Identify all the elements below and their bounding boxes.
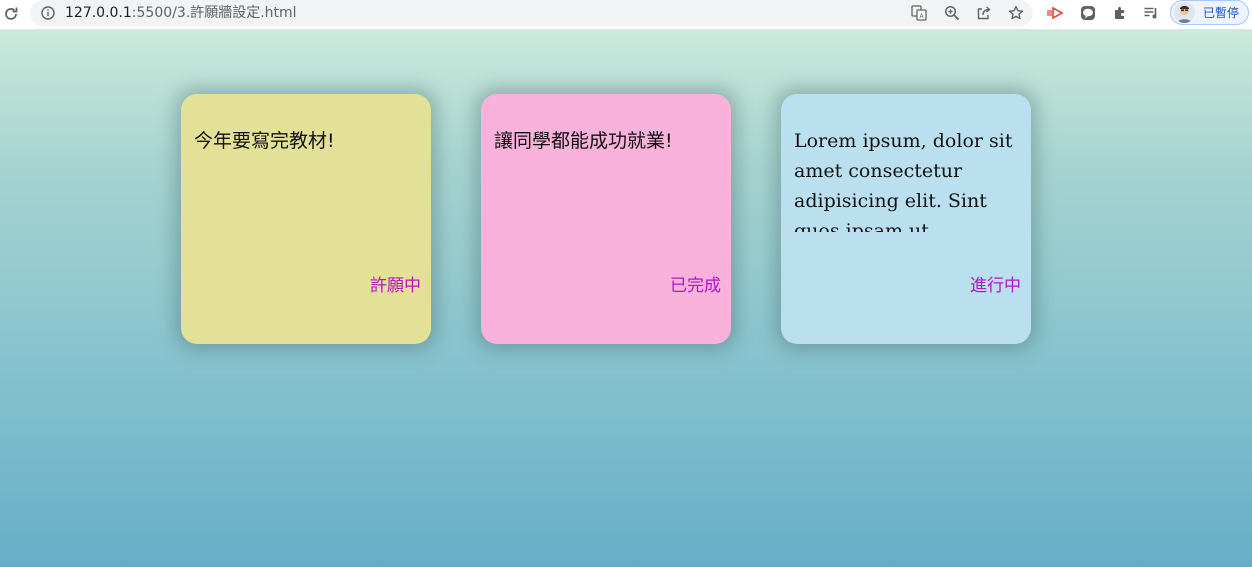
card-status: 已完成	[670, 276, 721, 296]
browser-toolbar: 127.0.0.1:5500/3.許願牆設定.html A 已暫停	[0, 0, 1252, 30]
extension-red-icon[interactable]	[1044, 2, 1066, 24]
zoom-icon[interactable]	[942, 3, 962, 23]
url-host: 127.0.0.1	[65, 5, 132, 21]
profile-button[interactable]: 已暫停	[1170, 0, 1249, 25]
url-text[interactable]: 127.0.0.1:5500/3.許願牆設定.html	[65, 3, 297, 23]
card-status: 進行中	[970, 276, 1021, 296]
wish-wall-page: 今年要寫完教材! 許願中 讓同學都能成功就業! 已完成 Lorem ipsum,…	[0, 30, 1252, 567]
card-status: 許願中	[370, 276, 421, 296]
reload-icon[interactable]	[0, 3, 22, 25]
puzzle-icon[interactable]	[1109, 2, 1131, 24]
translate-icon[interactable]: A	[909, 3, 929, 23]
star-icon[interactable]	[1006, 3, 1026, 23]
wish-card[interactable]: 今年要寫完教材! 許願中	[181, 94, 431, 344]
wish-card[interactable]: Lorem ipsum, dolor sit amet consectetur …	[781, 94, 1031, 344]
reading-list-icon[interactable]	[1140, 2, 1162, 24]
avatar	[1174, 2, 1195, 23]
address-bar[interactable]: 127.0.0.1:5500/3.許願牆設定.html A	[30, 0, 1033, 26]
info-icon[interactable]	[40, 5, 56, 21]
card-text: Lorem ipsum, dolor sit amet consectetur …	[794, 130, 1013, 232]
card-text: 讓同學都能成功就業!	[494, 130, 673, 152]
profile-label: 已暫停	[1203, 6, 1240, 20]
share-icon[interactable]	[974, 3, 994, 23]
wish-card[interactable]: 讓同學都能成功就業! 已完成	[481, 94, 731, 344]
url-path: :5500/3.許願牆設定.html	[131, 5, 297, 21]
card-text: 今年要寫完教材!	[194, 130, 335, 152]
line-icon[interactable]	[1077, 2, 1099, 24]
